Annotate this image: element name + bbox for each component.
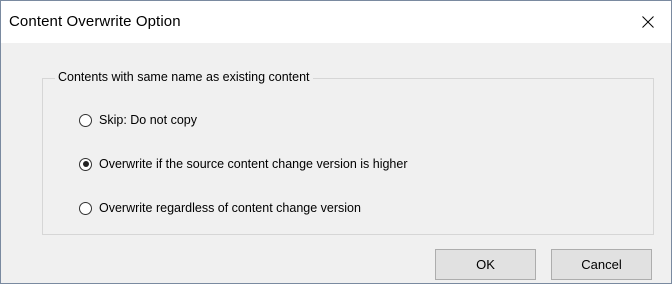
dialog-window: Content Overwrite Option Contents with s…: [0, 0, 672, 284]
group-legend: Contents with same name as existing cont…: [55, 70, 313, 84]
close-button[interactable]: [625, 1, 671, 43]
radio-overwrite-if-higher-circle[interactable]: [79, 157, 92, 171]
radio-skip[interactable]: Skip: Do not copy: [79, 113, 197, 127]
radio-skip-label[interactable]: Skip: Do not copy: [99, 113, 197, 127]
cancel-button[interactable]: Cancel: [551, 249, 652, 280]
radio-overwrite-always[interactable]: Overwrite regardless of content change v…: [79, 201, 361, 215]
close-icon: [642, 16, 654, 28]
dialog-body: Contents with same name as existing cont…: [1, 43, 671, 283]
overwrite-option-group: Contents with same name as existing cont…: [42, 70, 654, 235]
title-bar: Content Overwrite Option: [1, 1, 671, 43]
dialog-title: Content Overwrite Option: [9, 13, 181, 30]
radio-skip-circle[interactable]: [79, 113, 92, 127]
radio-overwrite-if-higher-label[interactable]: Overwrite if the source content change v…: [99, 157, 408, 171]
radio-overwrite-if-higher[interactable]: Overwrite if the source content change v…: [79, 157, 408, 171]
radio-overwrite-always-circle[interactable]: [79, 201, 92, 215]
ok-button[interactable]: OK: [435, 249, 536, 280]
radio-overwrite-always-label[interactable]: Overwrite regardless of content change v…: [99, 201, 361, 215]
